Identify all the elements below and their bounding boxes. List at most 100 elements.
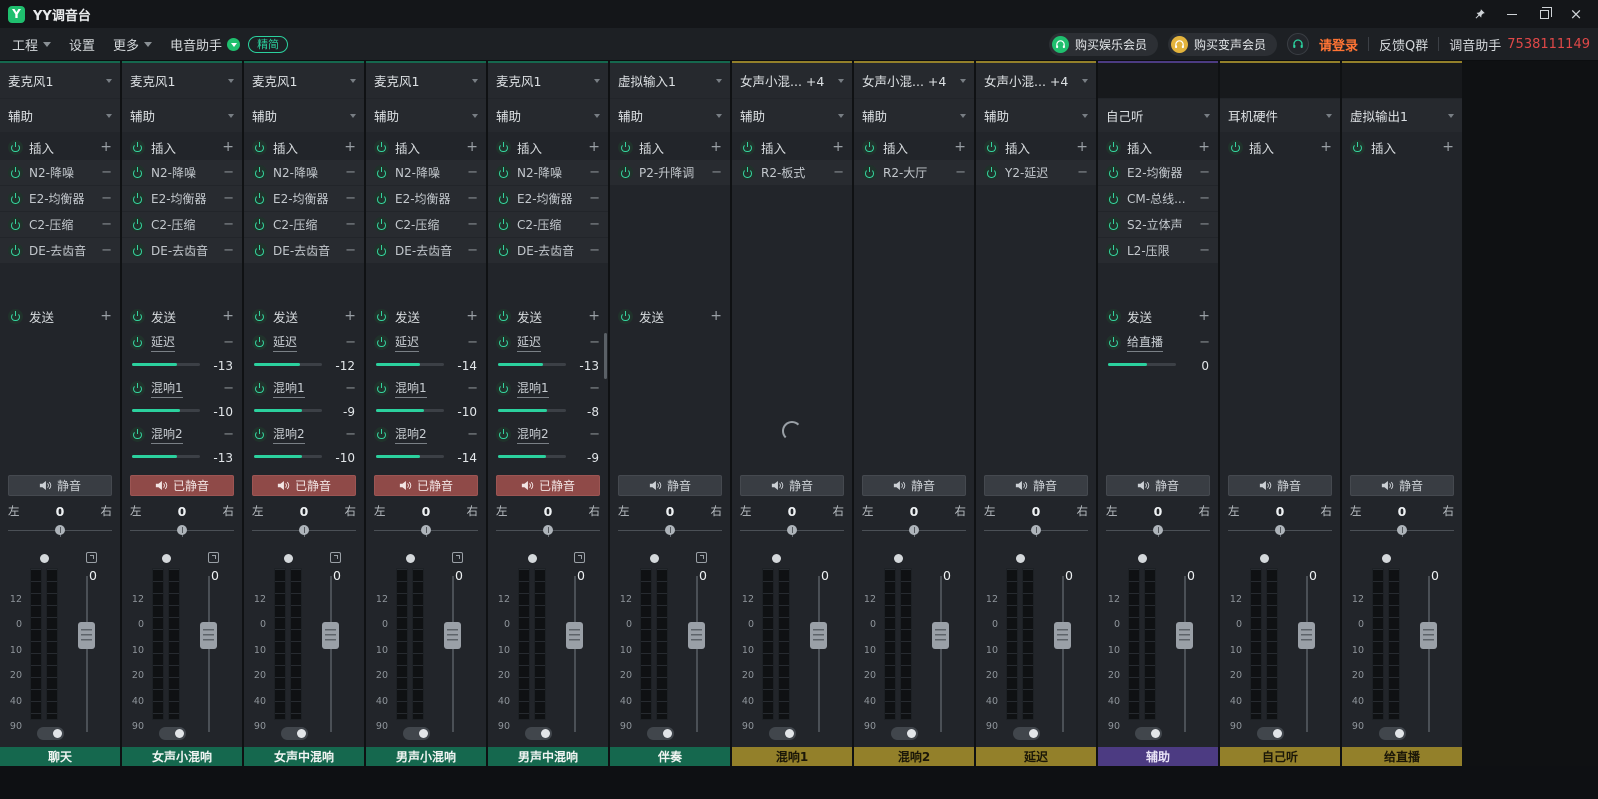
power-icon[interactable] [984,165,999,180]
power-icon[interactable] [374,309,389,324]
pan-slider[interactable] [374,521,478,541]
pan-knob[interactable] [909,525,919,535]
power-icon[interactable] [252,140,267,155]
remove-insert-button[interactable]: − [589,166,600,179]
monitor-icon[interactable] [330,552,341,563]
remove-insert-button[interactable]: − [345,244,356,257]
remove-insert-button[interactable]: − [223,218,234,231]
power-icon[interactable] [374,381,389,396]
power-icon[interactable] [252,309,267,324]
mute-button[interactable]: 静音 [1350,475,1454,496]
insert-item[interactable]: E2-均衡器− [244,186,364,211]
clip-indicator[interactable] [772,554,781,563]
remove-insert-button[interactable]: − [1199,166,1210,179]
power-icon[interactable] [130,427,145,442]
send-level-slider[interactable] [498,363,566,366]
pan-slider[interactable] [984,521,1088,541]
clip-indicator[interactable] [162,554,171,563]
pan-knob[interactable] [1153,525,1163,535]
pan-knob[interactable] [665,525,675,535]
remove-insert-button[interactable]: − [833,166,844,179]
power-icon[interactable] [130,140,145,155]
insert-item[interactable]: E2-均衡器− [0,186,120,211]
fader-track[interactable] [86,576,88,732]
pan-knob[interactable] [543,525,553,535]
remove-insert-button[interactable]: − [467,218,478,231]
add-insert-button[interactable]: + [1076,140,1088,154]
channel-toggle[interactable] [281,727,308,740]
remove-send-button[interactable]: − [589,428,600,441]
remove-insert-button[interactable]: − [223,166,234,179]
customer-service-icon[interactable] [1287,33,1309,55]
power-icon[interactable] [130,243,145,258]
fader-handle[interactable] [78,622,95,649]
buy-voice-member-button[interactable]: 购买变声会员 [1168,33,1277,56]
power-icon[interactable] [496,191,511,206]
insert-item[interactable]: P2-升降调− [610,160,730,185]
clip-indicator[interactable] [894,554,903,563]
power-icon[interactable] [984,140,999,155]
pan-knob[interactable] [1031,525,1041,535]
input-selector[interactable]: 麦克风1 [244,63,364,98]
fader-handle[interactable] [688,622,705,649]
insert-item[interactable]: CM-总线...− [1098,186,1218,211]
remove-insert-button[interactable]: − [467,192,478,205]
fader-track[interactable] [1306,576,1308,732]
pan-knob[interactable] [1275,525,1285,535]
power-icon[interactable] [1350,140,1365,155]
mute-button[interactable]: 已静音 [496,475,600,496]
fader-track[interactable] [1062,576,1064,732]
power-icon[interactable] [496,165,511,180]
power-icon[interactable] [1106,140,1121,155]
power-icon[interactable] [496,309,511,324]
input-selector[interactable]: 女声小混... +4 [854,63,974,98]
remove-send-button[interactable]: − [589,336,600,349]
fader-track[interactable] [1428,576,1430,732]
fader-track[interactable] [940,576,942,732]
power-icon[interactable] [130,217,145,232]
insert-item[interactable]: C2-压缩− [244,212,364,237]
pan-knob[interactable] [177,525,187,535]
power-icon[interactable] [374,335,389,350]
monitor-icon[interactable] [574,552,585,563]
insert-item[interactable]: L2-压限− [1098,238,1218,263]
send-level-slider[interactable] [132,363,200,366]
monitor-icon[interactable] [86,552,97,563]
pan-slider[interactable] [252,521,356,541]
power-icon[interactable] [8,243,23,258]
add-insert-button[interactable]: + [1442,140,1454,154]
add-insert-button[interactable]: + [710,140,722,154]
power-icon[interactable] [374,191,389,206]
insert-item[interactable]: DE-去齿音− [122,238,242,263]
pan-slider[interactable] [618,521,722,541]
power-icon[interactable] [8,309,23,324]
remove-send-button[interactable]: − [345,382,356,395]
mute-button[interactable]: 已静音 [130,475,234,496]
mode-badge[interactable]: 精简 [248,36,288,53]
fader-track[interactable] [208,576,210,732]
channel-toggle[interactable] [1379,727,1406,740]
menu-more[interactable]: 更多 [113,35,152,54]
bus-selector[interactable]: 耳机硬件 [1220,99,1340,132]
remove-insert-button[interactable]: − [223,244,234,257]
fader-track[interactable] [452,576,454,732]
bus-selector[interactable]: 辅助 [854,99,974,132]
insert-item[interactable]: N2-降噪− [122,160,242,185]
channel-toggle[interactable] [1013,727,1040,740]
close-icon[interactable]: × [1560,1,1592,27]
monitor-icon[interactable] [452,552,463,563]
send-level-slider[interactable] [254,409,322,412]
send-level-slider[interactable] [376,455,444,458]
channel-toggle[interactable] [647,727,674,740]
bus-selector[interactable]: 辅助 [976,99,1096,132]
clip-indicator[interactable] [284,554,293,563]
send-level-slider[interactable] [132,455,200,458]
clip-indicator[interactable] [1260,554,1269,563]
fader-handle[interactable] [444,622,461,649]
insert-item[interactable]: DE-去齿音− [366,238,486,263]
bus-selector[interactable]: 辅助 [488,99,608,132]
power-icon[interactable] [740,140,755,155]
monitor-icon[interactable] [696,552,707,563]
power-icon[interactable] [252,381,267,396]
send-level-slider[interactable] [376,409,444,412]
